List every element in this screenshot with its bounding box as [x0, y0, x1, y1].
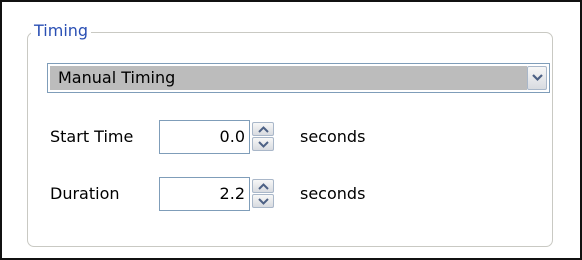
arrow-down-icon	[258, 198, 269, 205]
arrow-up-icon	[258, 126, 269, 133]
timing-mode-selected-value[interactable]: Manual Timing	[50, 66, 527, 90]
duration-spinner[interactable]	[252, 179, 274, 209]
dropdown-arrow-button[interactable]	[527, 66, 547, 90]
timing-mode-dropdown[interactable]: Manual Timing	[47, 63, 550, 93]
duration-increment-button[interactable]	[252, 179, 274, 193]
duration-decrement-button[interactable]	[252, 194, 274, 208]
start-time-value: 0.0	[219, 127, 245, 146]
start-time-decrement-button[interactable]	[252, 137, 274, 151]
chevron-down-icon	[532, 74, 543, 82]
start-time-increment-button[interactable]	[252, 122, 274, 136]
group-title: Timing	[31, 20, 92, 42]
duration-input[interactable]: 2.2	[159, 177, 250, 211]
start-time-input[interactable]: 0.0	[159, 120, 250, 154]
duration-value: 2.2	[219, 184, 245, 203]
arrow-up-icon	[258, 183, 269, 190]
duration-unit: seconds	[300, 184, 366, 203]
start-time-spinner[interactable]	[252, 122, 274, 152]
start-time-label: Start Time	[50, 127, 134, 146]
duration-label: Duration	[50, 184, 120, 203]
arrow-down-icon	[258, 141, 269, 148]
start-time-unit: seconds	[300, 127, 366, 146]
